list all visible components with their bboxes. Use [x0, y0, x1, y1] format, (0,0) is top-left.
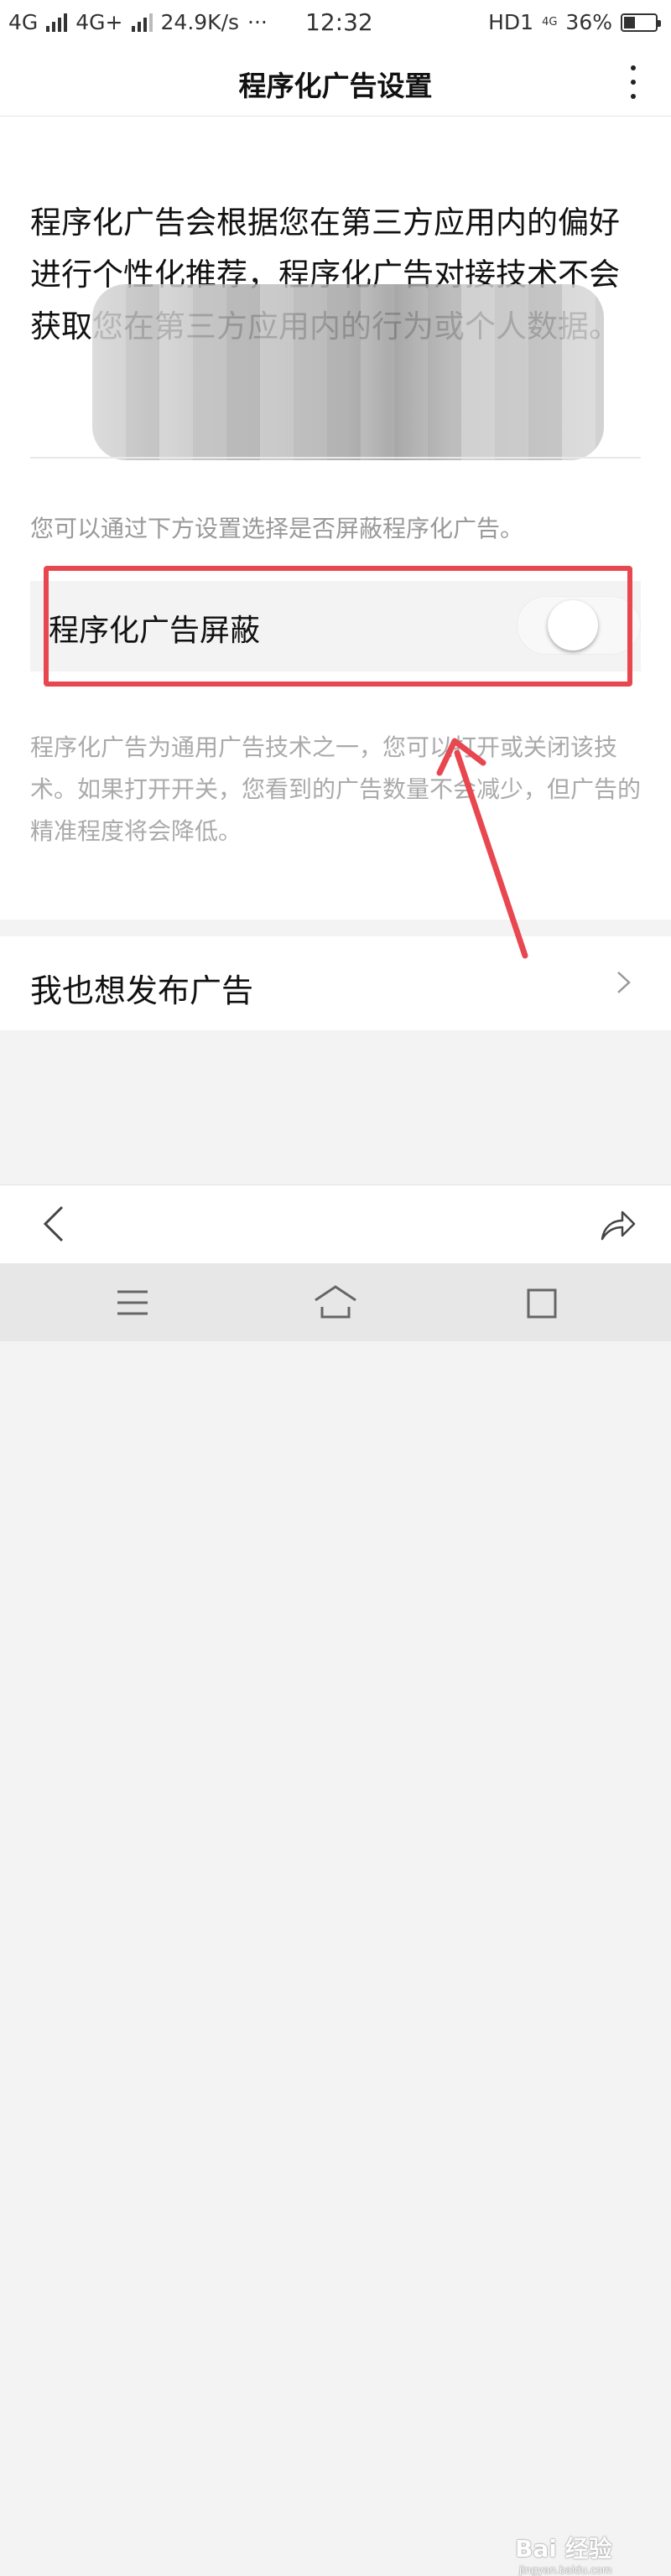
- hint-text: 您可以通过下方设置选择是否屏蔽程序化广告。: [30, 515, 524, 542]
- main-content: 程序化广告会根据您在第三方应用内的偏好进行个性化推荐，程序化广告对接技术不会获取…: [0, 117, 671, 920]
- toggle-label: 程序化广告屏蔽: [49, 614, 261, 648]
- menu-icon[interactable]: [116, 1288, 149, 1317]
- switch-knob: [548, 600, 598, 650]
- header: 程序化广告设置: [0, 47, 671, 117]
- more-vertical-icon[interactable]: [621, 65, 646, 99]
- battery-icon: [621, 13, 661, 32]
- watermark-text: Bai 经验: [515, 2535, 612, 2563]
- status-right: HD1 4G 36%: [488, 10, 661, 34]
- more-notifications-icon: ···: [247, 10, 268, 34]
- publish-ad-row[interactable]: 我也想发布广告: [0, 936, 671, 1030]
- recent-apps-icon[interactable]: [525, 1287, 559, 1320]
- status-bar: 4G 4G+ 24.9K/s ··· 12:32 HD1 4G 36%: [0, 0, 671, 47]
- chevron-right-icon: [617, 972, 631, 993]
- network-label-2: 4G+: [75, 10, 123, 34]
- divider: [30, 457, 641, 459]
- status-left: 4G 4G+ 24.9K/s ···: [8, 10, 268, 34]
- back-icon[interactable]: [37, 1204, 70, 1244]
- toggle-row[interactable]: 程序化广告屏蔽: [30, 581, 641, 671]
- pixelated-blur-overlay: [92, 284, 604, 460]
- battery-percent: 36%: [565, 10, 612, 34]
- hd-label: HD1: [488, 10, 534, 34]
- watermark-subtext: jingyan.baidu.com: [518, 2564, 612, 2576]
- section-gap: [0, 920, 671, 936]
- system-nav: Bai 经验 jingyan.baidu.com: [0, 1263, 671, 2576]
- ad-block-switch[interactable]: [517, 596, 641, 655]
- signal-icon: [46, 13, 68, 32]
- network-label-1: 4G: [8, 10, 39, 34]
- signal-icon: [131, 13, 153, 32]
- watermark: Bai 经验 jingyan.baidu.com: [515, 2531, 612, 2576]
- home-icon[interactable]: [312, 1282, 359, 1322]
- bottom-nav: [0, 1184, 671, 1264]
- net-speed: 24.9K/s: [160, 10, 240, 34]
- publish-ad-label: 我也想发布广告: [30, 972, 254, 1009]
- network-label-3: 4G: [542, 15, 558, 29]
- page-title: 程序化广告设置: [238, 70, 433, 102]
- description-text: 程序化广告为通用广告技术之一，您可以打开或关闭该技术。如果打开开关，您看到的广告…: [30, 733, 642, 845]
- clock: 12:32: [305, 8, 373, 36]
- share-icon[interactable]: [597, 1204, 637, 1244]
